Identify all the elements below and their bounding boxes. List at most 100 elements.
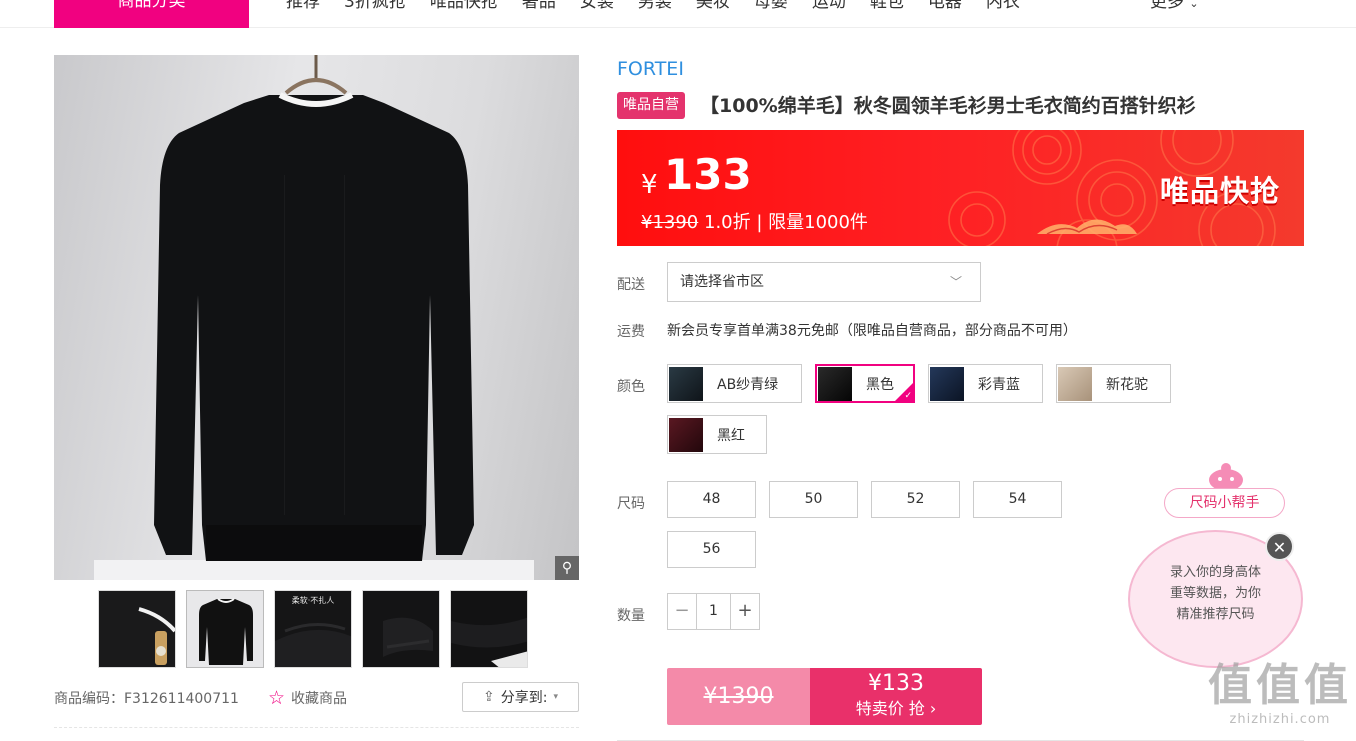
share-button[interactable]: ⇪ 分享到: ▾ <box>462 682 579 712</box>
thumbnail-caption: 柔软·不扎人 <box>291 596 335 605</box>
size-helper-line: 重等数据，为你 <box>1169 586 1261 601</box>
nav-item[interactable]: 唯品快抢 <box>430 0 498 14</box>
category-button[interactable]: 商品分类 <box>54 0 249 28</box>
product-title: 【100%绵羊毛】秋冬圆领羊毛衫男士毛衣简约百搭针织衫 <box>700 95 1196 117</box>
color-swatch <box>669 417 703 452</box>
brand-name[interactable]: FORTEI <box>617 58 684 80</box>
discount-text: 1.0折 | 限量1000件 <box>698 212 868 233</box>
thumbnail-image <box>451 591 527 667</box>
color-swatch <box>818 366 852 401</box>
color-option[interactable]: AB纱青绿 <box>667 364 802 403</box>
nav-item[interactable]: 运动 <box>812 0 846 14</box>
nav-more[interactable]: 更多 ⌄ <box>1150 0 1199 16</box>
size-option[interactable]: 56 <box>667 531 756 568</box>
currency-symbol: ¥ <box>641 170 658 200</box>
color-label: 颜色 <box>617 379 645 395</box>
thumbnail-active[interactable] <box>186 590 264 668</box>
buy-price: ¥133 <box>868 671 924 696</box>
buy-label-text: 特卖价 抢 <box>855 699 925 718</box>
color-option-label: 彩青蓝 <box>978 376 1020 393</box>
size-helper-line: 录入你的身高体 <box>1169 565 1261 580</box>
size-helper-button[interactable]: 尺码小帮手 <box>1164 488 1285 518</box>
flash-sale-banner: ¥ 133 ¥1390 1.0折 | 限量1000件 唯品快抢 <box>617 130 1304 246</box>
color-swatch <box>930 366 964 401</box>
nav-more-label: 更多 <box>1150 0 1184 12</box>
meta-row: 商品编码：F312611400711 ☆ 收藏商品 ⇪ 分享到: ▾ <box>54 682 579 714</box>
main-product-image[interactable]: ⚲ <box>54 55 579 580</box>
buy-label: 特卖价 抢 › <box>810 698 982 720</box>
check-icon: ✓ <box>904 391 912 401</box>
share-icon: ⇪ <box>483 689 495 705</box>
quantity-input[interactable]: 1 <box>696 594 731 629</box>
share-label: 分享到: <box>500 690 548 706</box>
color-option[interactable]: 黑红 <box>667 415 767 454</box>
zoom-icon[interactable]: ⚲ <box>555 556 579 580</box>
color-option[interactable]: 新花驼 <box>1056 364 1171 403</box>
increment-button[interactable]: + <box>731 594 759 629</box>
product-page: 商品分类 推荐 3折疯抢 唯品快抢 奢品 女装 男装 美妆 母婴 运动 鞋包 电… <box>0 0 1356 741</box>
size-helper-line: 精准推荐尺码 <box>1176 607 1255 622</box>
thumbnail-image <box>99 591 175 667</box>
close-icon[interactable]: ✕ <box>1265 532 1294 561</box>
flash-sale-label: 唯品快抢 <box>1159 174 1280 208</box>
sale-price: 133 <box>664 150 752 199</box>
sku-code: 商品编码：F312611400711 <box>54 691 239 707</box>
nav-item[interactable]: 内衣 <box>986 0 1020 14</box>
size-option[interactable]: 48 <box>667 481 756 518</box>
buy-main[interactable]: ¥133 特卖价 抢 › <box>810 668 982 725</box>
thumbnail[interactable] <box>98 590 176 668</box>
nav-items: 推荐 3折疯抢 唯品快抢 奢品 女装 男装 美妆 母婴 运动 鞋包 电器 内衣 <box>286 0 1044 14</box>
color-option-label: 新花驼 <box>1106 376 1148 393</box>
nav-item[interactable]: 鞋包 <box>870 0 904 14</box>
top-nav: 商品分类 推荐 3折疯抢 唯品快抢 奢品 女装 男装 美妆 母婴 运动 鞋包 电… <box>0 0 1356 28</box>
region-select[interactable]: 请选择省市区 ﹀ <box>667 262 981 302</box>
region-select-value: 请选择省市区 <box>680 274 764 290</box>
divider <box>54 727 579 728</box>
thumbnail[interactable]: 柔软·不扎人 <box>274 590 352 668</box>
thumbnail-image <box>363 591 439 667</box>
chevron-down-icon: ⌄ <box>1189 0 1199 10</box>
caret-down-icon: ▾ <box>553 692 558 702</box>
nav-item[interactable]: 奢品 <box>522 0 556 14</box>
thumbnail[interactable] <box>450 590 528 668</box>
shipping-text: 新会员专享首单满38元免邮（限唯品自营商品，部分商品不可用） <box>667 323 1077 339</box>
buy-original-price: ¥1390 <box>667 668 810 725</box>
color-option-label: 黑色 <box>866 376 894 393</box>
quantity-label: 数量 <box>617 608 645 624</box>
sweater-image <box>94 55 534 580</box>
watermark-url: zhizhizhi.com <box>1229 712 1331 727</box>
quantity-stepper: − 1 + <box>667 593 760 630</box>
size-option[interactable]: 50 <box>769 481 858 518</box>
color-option[interactable]: 彩青蓝 <box>928 364 1043 403</box>
thumbnail-strip: 柔软·不扎人 <box>98 590 538 668</box>
buy-button[interactable]: ¥1390 ¥133 特卖价 抢 › <box>667 668 982 725</box>
chevron-down-icon: ﹀ <box>949 275 962 289</box>
color-option-selected[interactable]: 黑色 ✓ <box>815 364 915 403</box>
favorite-label: 收藏商品 <box>291 691 348 707</box>
price-subline: ¥1390 1.0折 | 限量1000件 <box>641 208 868 234</box>
nav-item[interactable]: 电器 <box>928 0 962 14</box>
nav-item[interactable]: 女装 <box>580 0 614 14</box>
size-option[interactable]: 52 <box>871 481 960 518</box>
thumbnail-image <box>187 591 263 667</box>
shipping-label: 运费 <box>617 324 645 340</box>
color-swatch <box>669 366 703 401</box>
self-operated-badge: 唯品自营 <box>617 92 685 119</box>
nav-item[interactable]: 母婴 <box>754 0 788 14</box>
star-icon: ☆ <box>268 687 286 709</box>
decrement-button[interactable]: − <box>668 594 696 629</box>
delivery-label: 配送 <box>617 277 645 293</box>
nav-item[interactable]: 美妆 <box>696 0 730 14</box>
watermark: 值值值 zhizhizhi.com <box>1205 660 1355 727</box>
size-option[interactable]: 54 <box>973 481 1062 518</box>
nav-item[interactable]: 推荐 <box>286 0 320 14</box>
nav-item[interactable]: 男装 <box>638 0 672 14</box>
nav-item[interactable]: 3折疯抢 <box>344 0 406 14</box>
thumbnail[interactable] <box>362 590 440 668</box>
color-option-label: 黑红 <box>717 427 745 444</box>
color-option-label: AB纱青绿 <box>717 376 779 393</box>
favorite-button[interactable]: ☆ 收藏商品 <box>268 688 347 708</box>
size-label: 尺码 <box>617 496 645 512</box>
chevron-right-icon: › <box>929 699 937 718</box>
original-price: ¥1390 <box>641 212 699 233</box>
